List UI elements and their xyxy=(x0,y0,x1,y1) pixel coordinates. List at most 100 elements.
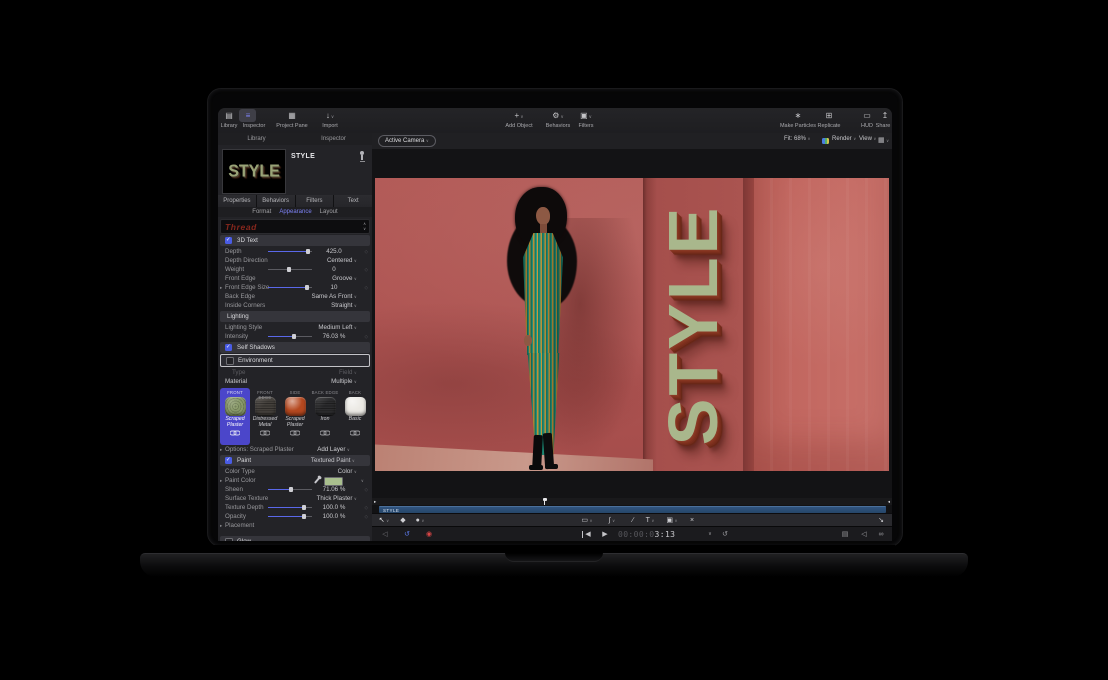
tab-inspector[interactable]: Inspector xyxy=(295,133,372,145)
render-popup[interactable]: Render∨ xyxy=(832,136,856,142)
filters-dropdown-icon[interactable]: ∨ xyxy=(589,114,592,119)
link-icon[interactable] xyxy=(260,430,270,436)
opacity-keyframe-icon[interactable]: ◇ xyxy=(365,514,368,520)
weight-keyframe-icon[interactable]: ◇ xyxy=(365,267,368,273)
eyedropper-icon[interactable] xyxy=(314,477,320,484)
front-edge-size-keyframe-icon[interactable]: ◇ xyxy=(365,285,368,291)
rectangle-tool[interactable]: ▭∨ xyxy=(580,516,594,525)
add-object-icon[interactable]: +∨ xyxy=(510,110,528,121)
share-icon[interactable]: ↥ xyxy=(878,110,892,121)
share-label[interactable]: Share xyxy=(872,123,892,129)
layout-grid-icon[interactable]: ▦∨ xyxy=(878,136,889,144)
3d-transform-tool[interactable]: ●∨ xyxy=(414,516,426,525)
tab-behaviors[interactable]: Behaviors xyxy=(257,195,296,207)
subtab-format[interactable]: Format xyxy=(252,209,271,215)
depth-keyframe-icon[interactable]: ◇ xyxy=(365,249,368,255)
link-icon[interactable] xyxy=(290,430,300,436)
back-edge-popup[interactable]: Same As Front∨ xyxy=(311,293,357,300)
opacity-value[interactable]: 100.0 % xyxy=(314,513,354,520)
texture-depth-keyframe-icon[interactable]: ◇ xyxy=(365,505,368,511)
link-icon[interactable] xyxy=(230,430,240,436)
sheen-slider[interactable] xyxy=(268,489,312,491)
timecode-dropdown-icon[interactable]: ∨ xyxy=(706,530,714,539)
hud-icon[interactable]: ▭ xyxy=(859,110,875,121)
3d-text-object[interactable]: STYLE xyxy=(645,178,745,471)
opacity-slider[interactable] xyxy=(268,516,312,518)
channels-icon[interactable] xyxy=(822,138,829,144)
add-object-dropdown-icon[interactable]: ∨ xyxy=(520,114,523,119)
make-particles-icon[interactable]: ∗ xyxy=(790,110,806,121)
texture-depth-value[interactable]: 100.0 % xyxy=(314,504,354,511)
link-icon[interactable] xyxy=(320,430,330,436)
play-button[interactable]: ▶ xyxy=(600,530,610,539)
loop-playback-icon[interactable]: ↺ xyxy=(402,530,412,539)
color-type-popup[interactable]: Color∨ xyxy=(338,468,357,475)
subtab-appearance[interactable]: Appearance xyxy=(279,209,311,215)
project-pane-label[interactable]: Project Pane xyxy=(271,123,313,129)
pin-icon[interactable] xyxy=(359,151,365,163)
environment-checkbox[interactable] xyxy=(226,357,234,365)
material-front[interactable]: FRONT Scraped Plaster xyxy=(220,388,250,445)
cut-tool[interactable]: × xyxy=(687,516,697,525)
out-point-marker[interactable]: ◂ xyxy=(888,499,890,504)
material-back-edge[interactable]: BACK EDGE Iron xyxy=(310,388,340,445)
inside-corners-popup[interactable]: Straight∨ xyxy=(331,302,357,309)
subtab-layout[interactable]: Layout xyxy=(320,209,338,215)
sheen-value[interactable]: 71.06 % xyxy=(314,486,354,493)
self-shadows-checkbox[interactable]: ✓ xyxy=(225,344,232,351)
record-button[interactable]: ◉ xyxy=(424,530,434,539)
material-side-swatch[interactable] xyxy=(285,397,306,416)
inspector-button-label[interactable]: Inspector xyxy=(238,123,270,129)
material-popup[interactable]: Multiple∨ xyxy=(331,378,357,385)
depth-slider[interactable] xyxy=(268,251,312,253)
bezier-tool[interactable]: ∫∨ xyxy=(605,516,619,525)
media-tool[interactable]: ▣∨ xyxy=(665,516,679,525)
intensity-slider[interactable] xyxy=(268,336,312,338)
paint-checkbox[interactable]: ✓ xyxy=(225,457,232,464)
tab-filters[interactable]: Filters xyxy=(296,195,335,207)
inspector-icon[interactable]: ≡ xyxy=(240,110,256,121)
intensity-value[interactable]: 76.03 % xyxy=(314,333,354,340)
library-button-label[interactable]: Library xyxy=(218,123,240,129)
material-side[interactable]: SIDE Scraped Plaster xyxy=(280,388,310,445)
depth-direction-popup[interactable]: Centered∨ xyxy=(327,257,357,264)
weight-value[interactable]: 0 xyxy=(314,266,354,273)
link-av-icon[interactable]: ∞ xyxy=(876,530,886,539)
tab-library[interactable]: Library xyxy=(218,133,295,145)
front-edge-popup[interactable]: Groove∨ xyxy=(332,275,357,282)
material-front-edge[interactable]: FRONT EDGE Distressed Metal xyxy=(250,388,280,445)
link-icon[interactable] xyxy=(350,430,360,436)
3d-text-checkbox[interactable]: ✓ xyxy=(225,237,232,244)
audio-icon[interactable]: ◁ xyxy=(859,530,869,539)
tab-text[interactable]: Text xyxy=(334,195,372,207)
intensity-keyframe-icon[interactable]: ◇ xyxy=(365,334,368,340)
behaviors-dropdown-icon[interactable]: ∨ xyxy=(560,114,563,119)
paint-popup[interactable]: Textured Paint∨ xyxy=(311,457,355,464)
timeline-clip-bar[interactable]: STYLE xyxy=(379,506,886,513)
project-pane-icon[interactable]: ▦ xyxy=(284,110,300,121)
select-tool[interactable]: ↖∨ xyxy=(378,516,390,525)
import-icon[interactable]: ↓∨ xyxy=(322,110,338,121)
lighting-style-popup[interactable]: Medium Left∨ xyxy=(318,324,357,331)
replicate-icon[interactable]: ⊞ xyxy=(821,110,837,121)
line-tool[interactable]: ∕ xyxy=(629,516,637,525)
preset-stepper-icon[interactable]: ∧∨ xyxy=(363,221,366,231)
glow-checkbox[interactable] xyxy=(225,538,233,541)
filters-label[interactable]: Filters xyxy=(571,123,601,129)
front-edge-size-disclosure-icon[interactable]: ▸ xyxy=(220,285,222,291)
in-point-marker[interactable]: ▸ xyxy=(374,499,376,504)
import-dropdown-icon[interactable]: ∨ xyxy=(331,114,334,119)
material-back-swatch[interactable] xyxy=(345,397,366,416)
paint-color-disclosure-icon[interactable]: ▸ xyxy=(220,478,222,484)
pan-zoom-icon[interactable]: ↘ xyxy=(876,516,886,525)
timeline-ruler[interactable]: ▸ ◂ xyxy=(372,498,892,505)
style-preset-preview[interactable]: Thread ∧∨ xyxy=(220,219,370,234)
audio-mute-icon[interactable]: ◁ xyxy=(380,530,390,539)
depth-value[interactable]: 425.0 xyxy=(314,248,354,255)
placement-disclosure-icon[interactable]: ▸ xyxy=(220,523,222,529)
weight-slider[interactable] xyxy=(268,269,312,271)
show-timeline-icon[interactable]: ▤ xyxy=(840,530,850,539)
material-back[interactable]: BACK Basic xyxy=(340,388,370,445)
front-edge-size-slider[interactable] xyxy=(268,287,312,289)
edit-points-tool[interactable]: ◆ xyxy=(398,516,408,525)
